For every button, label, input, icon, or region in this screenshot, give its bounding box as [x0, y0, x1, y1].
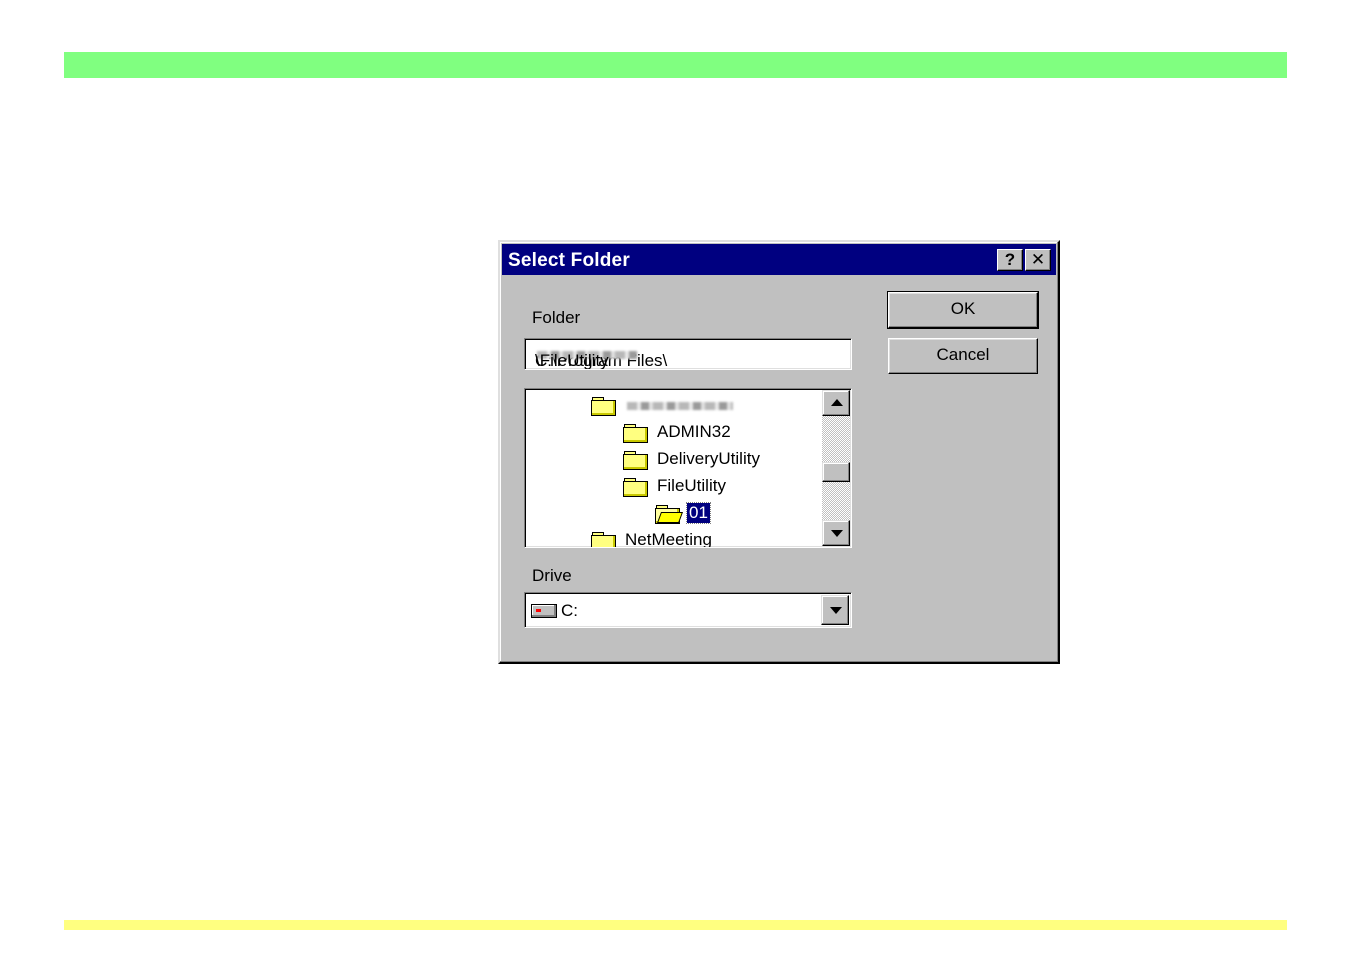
tree-scrollbar[interactable] [822, 390, 850, 546]
folder-open-icon [655, 505, 684, 524]
scroll-up-button[interactable] [822, 390, 850, 416]
top-accent-bar [64, 52, 1287, 78]
cancel-button[interactable]: Cancel [888, 338, 1038, 374]
folder-icon [623, 451, 648, 470]
folder-label: Folder [532, 308, 581, 327]
tree-item-label: 01 [686, 502, 711, 524]
tree-item-label: NetMeeting [625, 530, 712, 548]
folder-icon [623, 424, 648, 443]
drive-dropdown-button[interactable] [821, 595, 849, 625]
redacted-text [627, 401, 733, 410]
close-button[interactable]: ✕ [1025, 249, 1051, 271]
path-suffix: \FileUtility [535, 351, 609, 370]
dialog-title: Select Folder [508, 250, 630, 271]
folder-tree[interactable]: ADMIN32 DeliveryUtility FileUtility 01 N… [524, 388, 852, 548]
folder-icon [623, 478, 648, 497]
folder-path-field[interactable]: C:\Program Files\ \FileUtility [524, 338, 852, 370]
drive-label: Drive [532, 566, 572, 585]
hard-drive-icon [531, 604, 557, 618]
arrow-up-icon [831, 399, 843, 406]
bottom-accent-bar [64, 920, 1287, 930]
chevron-down-icon [830, 607, 842, 614]
tree-item-label: ADMIN32 [657, 422, 731, 441]
drive-select[interactable]: C: [524, 592, 852, 628]
folder-icon [591, 397, 616, 416]
select-folder-dialog: Select Folder ? ✕ Folder C:\Program File… [498, 240, 1060, 664]
title-bar[interactable]: Select Folder ? ✕ [502, 244, 1056, 275]
tree-item-label: FileUtility [657, 476, 726, 495]
folder-icon [591, 532, 616, 547]
drive-value: C: [561, 601, 578, 620]
ok-button[interactable]: OK [887, 291, 1039, 329]
scroll-down-button[interactable] [822, 520, 850, 546]
help-button[interactable]: ? [997, 249, 1023, 271]
arrow-down-icon [831, 530, 843, 537]
scroll-thumb[interactable] [822, 462, 850, 482]
tree-item-label: DeliveryUtility [657, 449, 760, 468]
